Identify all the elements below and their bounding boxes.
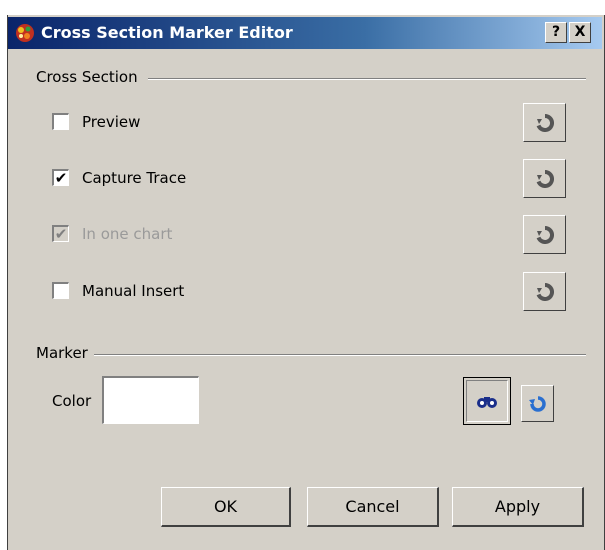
capture-trace-checkbox[interactable]: ✔ — [52, 169, 69, 186]
marker-divider — [94, 354, 586, 356]
manual-insert-label[interactable]: Manual Insert — [82, 280, 184, 302]
reset-icon — [536, 226, 554, 244]
cancel-button[interactable]: Cancel — [307, 487, 439, 527]
in-one-chart-checkbox[interactable]: ✔ — [52, 225, 69, 242]
in-one-chart-label: In one chart — [82, 225, 173, 243]
pick-color-button[interactable] — [463, 377, 511, 425]
ok-button[interactable]: OK — [161, 487, 291, 527]
marker-group-label: Marker — [36, 344, 91, 362]
manual-insert-checkbox[interactable] — [52, 282, 69, 299]
title-bar[interactable]: Cross Section Marker Editor ? X — [8, 17, 602, 49]
capture-trace-label[interactable]: Capture Trace — [82, 167, 186, 189]
manual-insert-reset-button[interactable] — [523, 272, 566, 311]
close-button[interactable]: X — [569, 22, 591, 43]
preview-reset-button[interactable] — [523, 103, 566, 142]
preview-checkbox[interactable] — [52, 113, 69, 130]
cross-section-group-label: Cross Section — [36, 68, 141, 86]
reset-icon — [536, 114, 554, 132]
apply-button[interactable]: Apply — [452, 487, 584, 527]
in-one-chart-reset-button[interactable] — [523, 215, 566, 254]
color-swatch[interactable] — [102, 376, 199, 424]
binoculars-icon — [477, 397, 497, 408]
preview-label[interactable]: Preview — [82, 111, 140, 133]
capture-trace-reset-button[interactable] — [523, 159, 566, 198]
reset-icon — [536, 170, 554, 188]
window-title: Cross Section Marker Editor — [41, 23, 293, 42]
reset-icon — [536, 283, 554, 301]
color-label: Color — [52, 392, 92, 410]
undo-color-button[interactable] — [521, 385, 554, 422]
window-top-border — [7, 8, 604, 15]
help-button[interactable]: ? — [545, 22, 567, 43]
undo-icon — [529, 396, 546, 412]
cross-section-divider — [148, 78, 586, 80]
app-logo-icon — [15, 23, 35, 43]
